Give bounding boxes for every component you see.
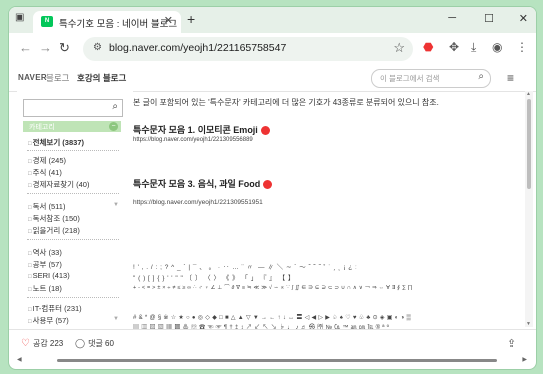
tab-list-icon[interactable]: ▣ bbox=[15, 12, 27, 24]
symbols-line: ! ' , . / : ; ? ^ _ ` | ¯ 、 。 · ‥ … ¨ 〃 … bbox=[133, 264, 358, 271]
intro-text: 본 글이 포함되어 있는 '특수문자' 카테고리에 더 많은 기호가 43종류로… bbox=[133, 98, 439, 107]
scroll-down-icon[interactable]: ▼ bbox=[526, 321, 531, 327]
symbols-line: " ( ) [ ] { } ' ' " " 〔 〕 〈 〉 《 》 「 」 『 … bbox=[133, 275, 295, 282]
blog-search[interactable]: 이 블로그에서 검색 ⌕ bbox=[371, 69, 491, 88]
scroll-thumb[interactable] bbox=[57, 359, 497, 362]
section3-title: 특수문자 모음 3. 음식, 과일 Food bbox=[133, 179, 261, 189]
expand-icon[interactable]: ▼ bbox=[113, 316, 119, 322]
back-icon[interactable]: ← bbox=[19, 40, 32, 55]
sidebar-item[interactable]: 사용무 (57) bbox=[28, 315, 69, 326]
extensions-puzzle-icon[interactable]: ✥ bbox=[449, 40, 459, 54]
category-header[interactable]: 카테고리 − bbox=[23, 121, 121, 132]
expand-icon[interactable]: ▼ bbox=[113, 202, 119, 208]
comment-button[interactable]: ◯ 댓글 60 bbox=[75, 338, 114, 349]
scroll-right-icon[interactable]: ▶ bbox=[522, 356, 527, 363]
sidebar-item[interactable]: 노트 (18) bbox=[28, 283, 62, 294]
site-info-icon[interactable]: ⚙ bbox=[93, 42, 102, 53]
sidebar: ⌕ 카테고리 − 전체보기 (3837) 경제 (245) 주식 (41) 경제… bbox=[17, 91, 133, 327]
category-header-label: 카테고리 bbox=[29, 124, 55, 131]
post-content: 본 글이 포함되어 있는 '특수문자' 카테고리에 더 많은 기호가 43종류로… bbox=[133, 91, 513, 331]
section3-link[interactable]: https://blog.naver.com/yeojh1/2213095519… bbox=[133, 199, 263, 206]
blog-name[interactable]: 호강의 블로그 bbox=[77, 72, 126, 84]
hamburger-menu-icon[interactable]: ≡ bbox=[507, 71, 514, 85]
naver-logo[interactable]: NAVER bbox=[18, 73, 47, 82]
sidebar-item[interactable]: 공부 (57) bbox=[28, 259, 62, 270]
section1-heading: 특수문자 모음 1. 이모티콘 Emoji bbox=[133, 123, 270, 136]
section1-link[interactable]: https://blog.naver.com/yeojh1/2213095568… bbox=[133, 137, 253, 143]
divider bbox=[27, 193, 119, 194]
divider bbox=[27, 297, 119, 298]
tab-title: 특수기호 모음 : 네이버 블로그 bbox=[59, 19, 178, 30]
favicon-icon: N bbox=[41, 16, 53, 27]
like-button[interactable]: ♡ 공감 223 bbox=[21, 338, 63, 349]
blog-header: NAVER 블로그 호강의 블로그 이 블로그에서 검색 ⌕ ≡ bbox=[9, 65, 536, 92]
like-label: 공감 223 bbox=[32, 339, 64, 348]
sidebar-item[interactable]: 독서 (511) bbox=[28, 201, 66, 212]
heart-icon: ♡ bbox=[21, 338, 30, 349]
sidebar-item[interactable]: 경제자료찾기 (40) bbox=[28, 179, 90, 190]
sidebar-item-all[interactable]: 전체보기 (3837) bbox=[28, 137, 84, 148]
post-actions-bar: ♡ 공감 223 ◯ 댓글 60 ⇪ bbox=[9, 329, 536, 357]
browser-menu-icon[interactable]: ⋮ bbox=[516, 40, 528, 54]
url-text[interactable]: blog.naver.com/yeojh1/221165758547 bbox=[109, 42, 286, 54]
profile-icon[interactable]: ◉ bbox=[492, 40, 502, 54]
scroll-up-icon[interactable]: ▲ bbox=[526, 91, 531, 97]
comment-icon: ◯ bbox=[75, 338, 86, 348]
extension-icon[interactable]: ⬣ bbox=[423, 40, 433, 54]
browser-tab[interactable]: N 특수기호 모음 : 네이버 블로그 ✕ bbox=[33, 11, 181, 33]
comment-label: 댓글 60 bbox=[88, 339, 114, 348]
blog-link[interactable]: 블로그 bbox=[46, 72, 69, 84]
sidebar-item[interactable]: IT-컴퓨터 (231) bbox=[28, 303, 82, 314]
forward-icon[interactable]: → bbox=[39, 40, 52, 55]
scroll-thumb[interactable] bbox=[527, 99, 531, 189]
tab-close-icon[interactable]: ✕ bbox=[164, 14, 173, 27]
symbols-line: + - < = > ± × ÷ ≠ ≤ ≥ ∞ ∴ ♂ ♀ ∠ ⊥ ⌒ ∂ ∇ … bbox=[133, 285, 413, 291]
reload-icon[interactable]: ↻ bbox=[59, 40, 70, 56]
sidebar-item[interactable]: 역사 (33) bbox=[28, 247, 62, 258]
blog-search-placeholder[interactable]: 이 블로그에서 검색 bbox=[380, 73, 439, 84]
close-window-icon[interactable]: ✕ bbox=[519, 12, 528, 25]
sidebar-item[interactable]: 읽을거리 (218) bbox=[28, 225, 80, 236]
share-icon[interactable]: ⇪ bbox=[507, 337, 516, 350]
sidebar-item[interactable]: 독서참조 (150) bbox=[28, 213, 80, 224]
browser-toolbar: ← → ↻ ⚙ blog.naver.com/yeojh1/2211657585… bbox=[9, 33, 536, 65]
section3-heading: 특수문자 모음 3. 음식, 과일 Food bbox=[133, 177, 273, 190]
tab-strip: ▣ N 특수기호 모음 : 네이버 블로그 ✕ + ─ ☐ ✕ bbox=[9, 7, 536, 33]
emoji-icon bbox=[260, 126, 270, 136]
scroll-left-icon[interactable]: ◀ bbox=[17, 356, 22, 363]
symbols-line: # & * @ § ※ ☆ ★ ○ ● ◎ ◇ ◆ □ ■ △ ▲ ▽ ▼ → … bbox=[133, 315, 412, 321]
sidebar-search-input[interactable]: ⌕ bbox=[23, 99, 123, 117]
new-tab-button[interactable]: + bbox=[187, 11, 195, 27]
collapse-icon[interactable]: − bbox=[109, 122, 118, 131]
divider bbox=[27, 239, 119, 240]
browser-window: ▣ N 특수기호 모음 : 네이버 블로그 ✕ + ─ ☐ ✕ ← → ↻ ⚙ … bbox=[8, 6, 537, 370]
sidebar-item[interactable]: 주식 (41) bbox=[28, 167, 62, 178]
section1-title: 특수문자 모음 1. 이모티콘 Emoji bbox=[133, 125, 258, 135]
sidebar-item[interactable]: SERI (413) bbox=[28, 271, 70, 280]
download-icon[interactable]: ⤓ bbox=[471, 40, 476, 55]
search-icon[interactable]: ⌕ bbox=[478, 71, 484, 82]
apple-icon bbox=[263, 180, 273, 190]
horizontal-scrollbar[interactable]: ◀ ▶ bbox=[17, 357, 527, 365]
sidebar-item[interactable]: 경제 (245) bbox=[28, 155, 66, 166]
bookmark-star-icon[interactable]: ☆ bbox=[393, 40, 405, 56]
minimize-icon[interactable]: ─ bbox=[448, 12, 456, 24]
vertical-scrollbar[interactable]: ▲ ▼ bbox=[525, 91, 533, 327]
search-icon[interactable]: ⌕ bbox=[112, 101, 118, 112]
maximize-icon[interactable]: ☐ bbox=[484, 12, 494, 25]
divider bbox=[27, 150, 119, 151]
address-bar[interactable]: ⚙ blog.naver.com/yeojh1/221165758547 ☆ bbox=[83, 37, 413, 61]
